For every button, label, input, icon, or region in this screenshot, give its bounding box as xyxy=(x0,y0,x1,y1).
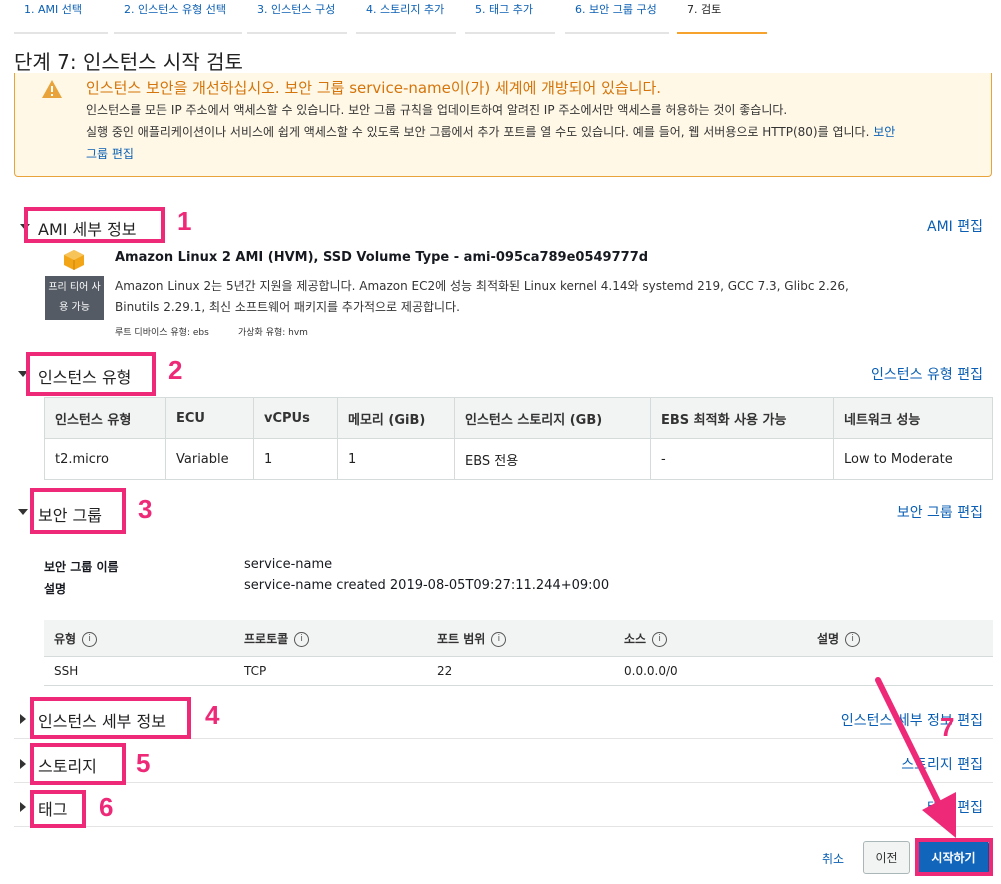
free-tier-label-1: 프리 티어 사 xyxy=(48,282,101,293)
sg-description-label: 설명 xyxy=(44,582,67,596)
info-icon[interactable]: i xyxy=(294,631,310,647)
annotation-box-2 xyxy=(26,352,156,396)
table-cell: - xyxy=(650,438,834,480)
column-header-label: 소스 xyxy=(624,631,647,646)
annotation-box-1 xyxy=(24,207,165,243)
column-header: 인스턴스 유형 xyxy=(44,397,166,439)
wizard-tab-6[interactable]: 6. 보안 그룹 구성 xyxy=(565,0,669,34)
info-icon[interactable]: i xyxy=(491,631,507,647)
collapse-caret-icon[interactable] xyxy=(18,509,28,515)
cancel-link[interactable]: 취소 xyxy=(822,850,844,867)
warning-line-1: 인스턴스를 모든 IP 주소에서 액세스할 수 있습니다. 보안 그룹 규칙을 … xyxy=(86,103,788,117)
warning-line-2-wrap: 실행 중인 애플리케이션이나 서비스에 쉽게 액세스할 수 있도록 보안 그룹에… xyxy=(86,123,916,140)
warning-line-2: 실행 중인 애플리케이션이나 서비스에 쉽게 액세스할 수 있도록 보안 그룹에… xyxy=(86,125,870,139)
column-header: 유형 i xyxy=(44,620,234,657)
virtualization-type: 가상화 유형: hvm xyxy=(238,328,308,338)
amazon-linux-icon xyxy=(64,250,84,270)
table-cell: 22 xyxy=(427,656,614,686)
table-cell: Variable xyxy=(165,438,254,480)
divider xyxy=(14,826,993,827)
info-icon[interactable]: i xyxy=(845,631,861,647)
root-device-type: 루트 디바이스 유형: ebs xyxy=(115,328,209,338)
table-header-row: 인스턴스 유형 ECU vCPUs 메모리 (GiB) 인스턴스 스토리지 (G… xyxy=(44,397,993,439)
edit-security-group-link[interactable]: 보안 그룹 편집 xyxy=(840,502,983,522)
column-header: 프로토콜 i xyxy=(234,620,427,657)
page-title: 단계 7: 인스턴스 시작 검토 xyxy=(14,50,243,74)
edit-instance-type-link[interactable]: 인스턴스 유형 편집 xyxy=(820,364,983,384)
edit-security-group-link-b[interactable]: 그룹 편집 xyxy=(86,145,134,162)
wizard-tab-3[interactable]: 3. 인스턴스 구성 xyxy=(247,0,347,34)
wizard-tab-1[interactable]: 1. AMI 선택 xyxy=(14,0,108,34)
ami-description-2: Binutils 2.29.1, 최신 소프트웨어 패키지를 추가적으로 제공합… xyxy=(115,300,460,314)
instance-type-table: 인스턴스 유형 ECU vCPUs 메모리 (GiB) 인스턴스 스토리지 (G… xyxy=(44,397,993,480)
ami-name: Amazon Linux 2 AMI (HVM), SSD Volume Typ… xyxy=(115,250,649,265)
security-warning: 인스턴스 보안을 개선하십시오. 보안 그룹 service-name이(가) … xyxy=(14,73,992,177)
wizard-tab-2[interactable]: 2. 인스턴스 유형 선택 xyxy=(114,0,242,34)
annotation-arrow-icon xyxy=(875,677,956,838)
expand-caret-icon[interactable] xyxy=(20,759,26,769)
annotation-number-3: 3 xyxy=(138,494,153,524)
column-header-label: 유형 xyxy=(54,631,77,646)
annotation-box-6 xyxy=(30,790,86,828)
annotation-box-3 xyxy=(30,488,126,534)
table-cell: SSH xyxy=(44,656,234,686)
annotation-number-2: 2 xyxy=(168,355,183,385)
column-header: 인스턴스 스토리지 (GB) xyxy=(454,397,651,439)
info-icon[interactable]: i xyxy=(82,631,98,647)
annotation-number-1: 1 xyxy=(177,206,192,236)
table-row: SSH TCP 22 0.0.0.0/0 xyxy=(44,656,993,686)
table-cell: TCP xyxy=(234,656,427,686)
expand-caret-icon[interactable] xyxy=(20,714,26,724)
annotation-box-4 xyxy=(30,697,191,739)
wizard-tab-7[interactable]: 7. 검토 xyxy=(677,0,767,34)
column-header-label: 프로토콜 xyxy=(244,631,289,646)
table-cell: EBS 전용 xyxy=(454,438,651,480)
column-header-label: 설명 xyxy=(817,631,840,646)
table-cell: 1 xyxy=(253,438,338,480)
expand-caret-icon[interactable] xyxy=(20,802,26,812)
table-cell: 0.0.0.0/0 xyxy=(614,656,807,686)
security-group-rules-table: 유형 i 프로토콜 i 포트 범위 i 소스 i 설명 i SSH TCP 22 0.0.… xyxy=(44,620,993,686)
column-header: EBS 최적화 사용 가능 xyxy=(650,397,834,439)
free-tier-badge: 프리 티어 사 용 가능 xyxy=(45,276,104,320)
column-header: 소스 i xyxy=(614,620,807,657)
edit-ami-link[interactable]: AMI 편집 xyxy=(880,216,983,236)
column-header: ECU xyxy=(165,397,254,439)
column-header-label: 포트 범위 xyxy=(437,631,486,646)
divider xyxy=(14,782,993,783)
annotation-number-6: 6 xyxy=(99,792,114,822)
annotation-box-5 xyxy=(30,743,126,785)
table-cell: t2.micro xyxy=(44,438,166,480)
wizard-tab-5[interactable]: 5. 태그 추가 xyxy=(465,0,555,34)
column-header: vCPUs xyxy=(253,397,338,439)
ami-description-1: Amazon Linux 2는 5년간 지원을 제공합니다. Amazon EC… xyxy=(115,279,849,293)
previous-button[interactable]: 이전 xyxy=(863,841,910,874)
table-cell: 1 xyxy=(337,438,455,480)
sg-description-value: service-name created 2019-08-05T09:27:11… xyxy=(244,578,610,593)
warning-title: 인스턴스 보안을 개선하십시오. 보안 그룹 service-name이(가) … xyxy=(86,79,662,97)
edit-security-group-link-a[interactable]: 보안 xyxy=(873,125,895,139)
wizard-tab-4[interactable]: 4. 스토리지 추가 xyxy=(356,0,456,34)
warning-icon xyxy=(42,80,62,98)
table-row: t2.micro Variable 1 1 EBS 전용 - Low to Mo… xyxy=(44,438,993,480)
column-header: 설명 i xyxy=(807,620,993,657)
info-icon[interactable]: i xyxy=(652,631,668,647)
column-header: 메모리 (GiB) xyxy=(337,397,455,439)
table-cell: Low to Moderate xyxy=(833,438,993,480)
table-header-row: 유형 i 프로토콜 i 포트 범위 i 소스 i 설명 i xyxy=(44,620,993,657)
sg-name-label: 보안 그룹 이름 xyxy=(44,560,119,574)
column-header: 포트 범위 i xyxy=(427,620,614,657)
annotation-number-5: 5 xyxy=(136,748,151,778)
sg-name-value: service-name xyxy=(244,557,333,572)
annotation-number-4: 4 xyxy=(205,700,220,730)
free-tier-label-2: 용 가능 xyxy=(59,302,90,313)
column-header: 네트워크 성능 xyxy=(833,397,993,439)
